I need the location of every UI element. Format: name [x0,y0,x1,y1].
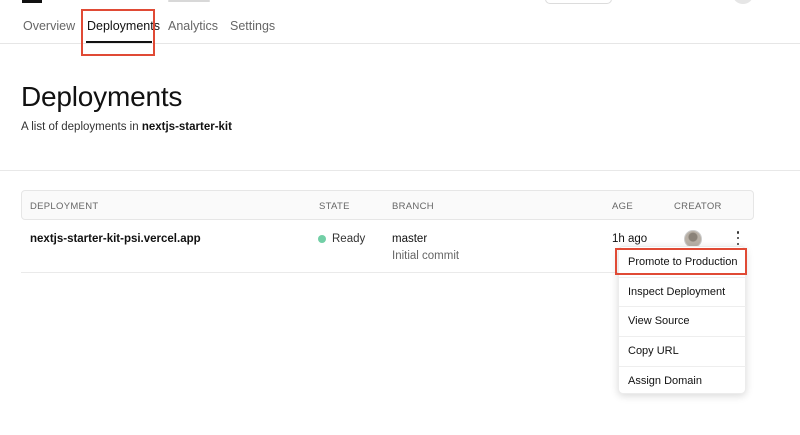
project-name: nextjs-starter-kit [141,121,232,133]
section-divider [0,170,800,171]
commit-message: Initial commit [392,250,460,262]
tab-analytics[interactable]: Analytics [168,19,218,33]
column-header-branch: BRANCH [392,201,434,212]
tab-settings[interactable]: Settings [230,19,275,33]
tab-deployments[interactable]: Deployments [87,19,160,33]
row-divider [21,272,621,273]
more-vertical-icon[interactable] [734,231,742,245]
deployment-age: 1h ago [612,233,648,245]
menu-item-copy-url[interactable]: Copy URL [619,336,747,366]
page-title: Deployments [21,81,183,112]
nav-tabs: Overview Deployments Analytics Settings [0,0,800,44]
page-subtitle: A list of deployments in nextjs-starter-… [21,121,232,133]
branch-name[interactable]: master [392,233,427,245]
deployment-state: Ready [318,233,365,245]
deployment-actions-menu: Promote to Production Inspect Deployment… [618,246,747,396]
menu-item-inspect-deployment[interactable]: Inspect Deployment [619,277,747,307]
menu-item-assign-domain[interactable]: Assign Domain [619,366,747,396]
status-dot-icon [318,235,326,243]
column-header-state: STATE [319,201,350,212]
table-header: DEPLOYMENT STATE BRANCH AGE CREATOR [21,190,754,220]
menu-item-promote-to-production[interactable]: Promote to Production [619,247,747,277]
deployment-url[interactable]: nextjs-starter-kit-psi.vercel.app [30,233,201,245]
subtitle-text: A list of deployments in [21,121,139,133]
menu-item-view-source[interactable]: View Source [619,306,747,336]
column-header-creator: CREATOR [674,201,722,212]
column-header-age: AGE [612,201,633,212]
active-tab-indicator [86,41,152,43]
state-label: Ready [332,233,366,245]
column-header-deployment: DEPLOYMENT [30,201,99,212]
tab-overview[interactable]: Overview [23,19,75,33]
